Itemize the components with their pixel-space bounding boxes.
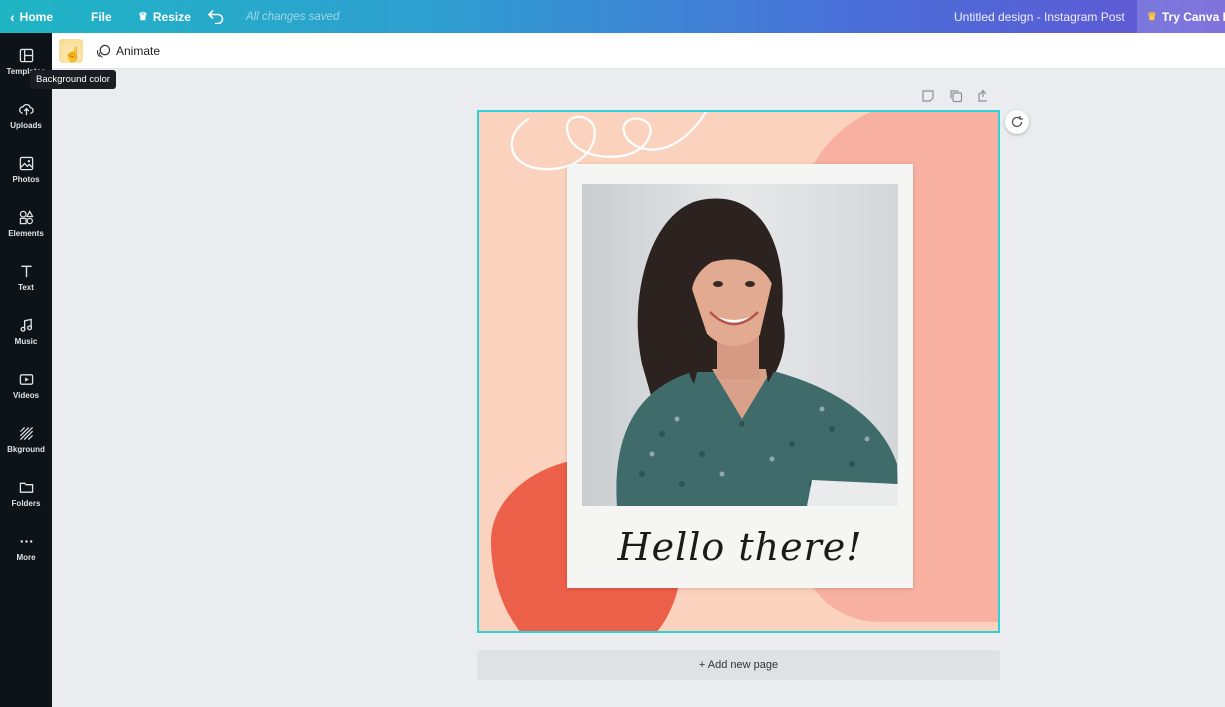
sidebar-item-videos[interactable]: Videos (0, 361, 52, 411)
animate-button[interactable]: Animate (96, 33, 160, 69)
photo-icon (19, 156, 33, 171)
background-color-tooltip: Background color (30, 70, 116, 89)
sidebar-item-elements[interactable]: Elements (0, 199, 52, 249)
save-status: All changes saved (246, 10, 340, 23)
sidebar-item-folders[interactable]: Folders (0, 469, 52, 519)
background-icon (19, 426, 33, 441)
file-menu-button[interactable]: File (91, 0, 112, 33)
video-icon (19, 374, 33, 385)
portrait-photo[interactable] (582, 184, 898, 506)
elements-icon (19, 210, 34, 225)
sidebar-item-label: Videos (12, 391, 40, 400)
resize-label: Resize (152, 9, 191, 24)
sidebar-item-label: Elements (8, 229, 44, 238)
undo-button[interactable] (208, 0, 224, 33)
duplicate-icon[interactable] (949, 89, 963, 103)
add-new-page-button[interactable]: + Add new page (477, 650, 1000, 680)
templates-icon (19, 48, 33, 63)
try-pro-button[interactable]: ♛ Try Canva Pro (1137, 0, 1225, 33)
sidebar-item-label: Photos (12, 175, 40, 184)
greeting-text[interactable]: Hello there! (567, 506, 913, 588)
rotate-button[interactable] (1005, 110, 1029, 134)
crown-icon: ♛ (138, 11, 148, 23)
sidebar-item-uploads[interactable]: Uploads (0, 91, 52, 141)
design-title[interactable]: Untitled design - Instagram Post (954, 0, 1125, 33)
woman-portrait-illustration (582, 184, 898, 506)
add-page-icon[interactable] (977, 89, 991, 103)
top-bar: ‹ Home File ♛ Resize All changes saved U… (0, 0, 1225, 33)
sidebar-item-photos[interactable]: Photos (0, 145, 52, 195)
sidebar-item-text[interactable]: Text (0, 253, 52, 303)
try-pro-label: Try Canva Pro (1161, 9, 1225, 24)
text-icon (20, 265, 32, 278)
folder-icon (19, 482, 33, 493)
animate-icon (97, 44, 111, 58)
upload-icon (18, 103, 34, 116)
sidebar-item-label: Music (14, 337, 38, 346)
animate-label: Animate (116, 44, 161, 58)
pointer-cursor-icon: ☝ (64, 46, 82, 62)
sidebar-item-more[interactable]: More (0, 523, 52, 573)
resize-button[interactable]: ♛ Resize (138, 0, 191, 33)
sidebar-item-label: Text (18, 283, 34, 292)
sidebar-item-label: Folders (11, 499, 41, 508)
home-label: Home (19, 9, 54, 24)
polaroid-frame[interactable]: Hello there! (567, 164, 913, 588)
design-canvas[interactable]: Hello there! (477, 110, 1000, 633)
note-icon[interactable] (921, 89, 935, 103)
music-icon (20, 318, 32, 332)
more-icon (20, 540, 32, 543)
sidebar-item-background[interactable]: Bkground (0, 415, 52, 465)
sidebar-item-music[interactable]: Music (0, 307, 52, 357)
page-actions (921, 89, 991, 103)
chevron-left-icon: ‹ (10, 8, 15, 25)
undo-icon (208, 9, 224, 24)
home-button[interactable]: ‹ Home (10, 0, 53, 33)
left-sidebar: Templates Uploads Photos Elements Text M… (0, 33, 52, 707)
context-toolbar: ☝ Animate (52, 33, 1225, 69)
sidebar-item-label: Bkground (7, 445, 45, 454)
sidebar-item-label: More (16, 553, 36, 562)
crown-icon: ♛ (1147, 11, 1157, 23)
sidebar-item-label: Uploads (10, 121, 42, 130)
rotate-icon (1011, 116, 1023, 128)
